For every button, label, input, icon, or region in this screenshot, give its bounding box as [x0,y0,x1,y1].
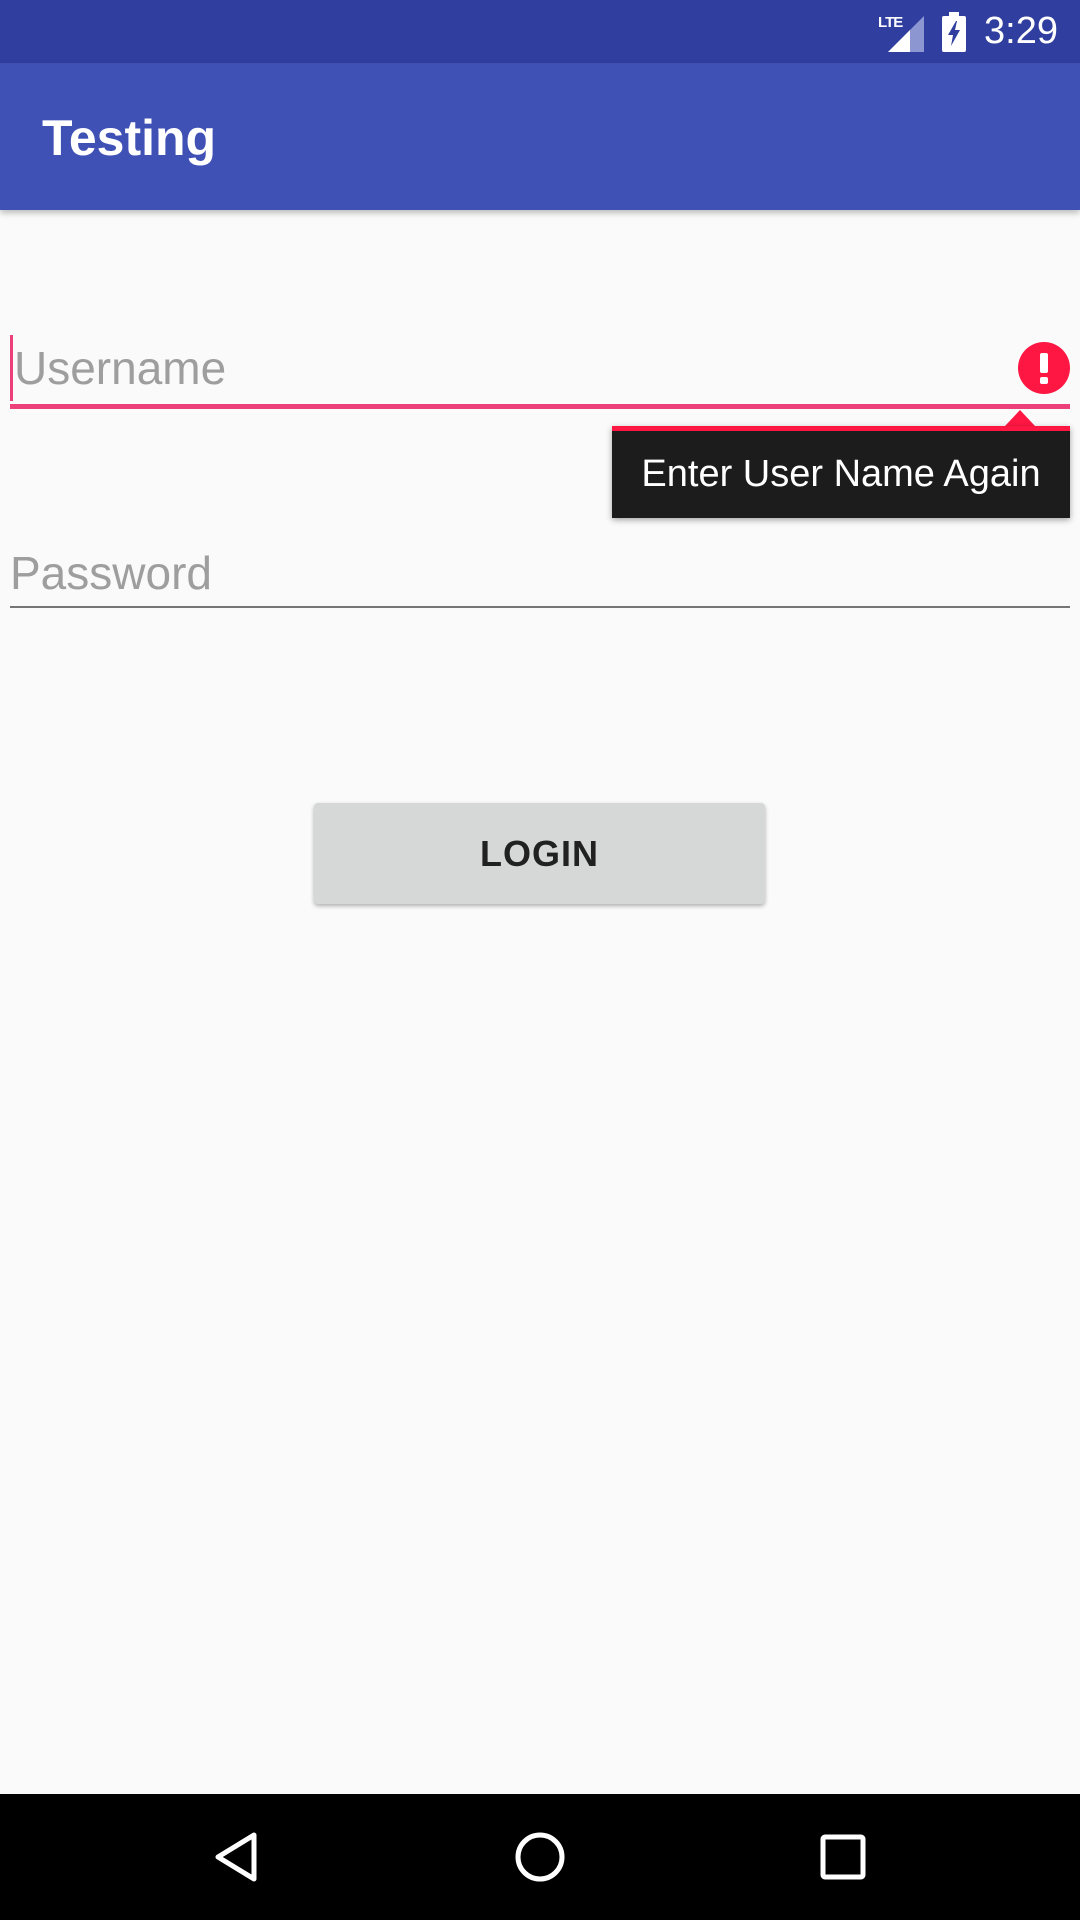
home-icon[interactable] [480,1794,600,1920]
status-clock: 3:29 [984,10,1058,52]
error-popup-arrow [1005,410,1035,426]
status-icons: LTE 3:29 [878,0,1058,63]
password-underline [10,606,1070,608]
username-input[interactable] [10,330,1004,406]
back-icon[interactable] [176,1794,296,1920]
nav-bar [0,1794,1080,1920]
status-bar: LTE 3:29 [0,0,1080,63]
error-message: Enter User Name Again [641,453,1041,495]
app-title: Testing [42,110,217,166]
error-icon [1018,342,1070,394]
lte-signal-icon: LTE [878,12,925,52]
login-button[interactable]: LOGIN [314,803,765,904]
username-field[interactable] [10,330,1070,410]
battery-charging-icon [942,11,967,52]
text-cursor [10,335,13,401]
recents-icon[interactable] [783,1794,903,1920]
error-popup: Enter User Name Again [612,426,1070,518]
password-input[interactable] [10,535,1000,611]
username-underline [10,404,1070,409]
password-field[interactable] [10,535,1070,611]
app-bar: Testing [0,63,1080,210]
